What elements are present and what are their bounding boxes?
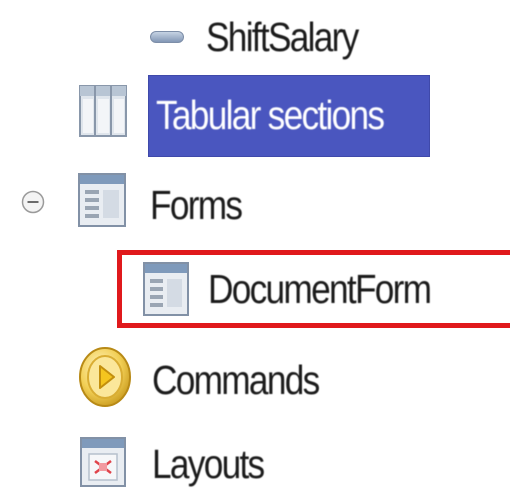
tree-item-label: ShiftSalary — [206, 14, 359, 60]
tree-item-layouts[interactable]: Layouts — [0, 425, 510, 495]
tree-item-forms[interactable]: Forms — [0, 165, 510, 235]
tree-item-documentform[interactable]: DocumentForm — [0, 250, 510, 328]
tabular-sections-icon — [79, 85, 127, 137]
collapse-minus-icon[interactable] — [21, 190, 45, 214]
layouts-icon — [80, 437, 126, 487]
metadata-tree: ShiftSalary Tabular sections Forms Docum… — [0, 0, 510, 496]
tree-item-commands[interactable]: Commands — [0, 343, 510, 413]
tree-item-label: DocumentForm — [208, 266, 432, 312]
tree-item-label: Commands — [152, 357, 320, 403]
document-form-icon — [143, 262, 189, 316]
attribute-dash-icon — [150, 30, 184, 43]
forms-folder-icon — [78, 173, 126, 227]
tree-item-label: Forms — [150, 182, 243, 228]
tree-item-label: Tabular sections — [156, 92, 385, 138]
tree-item-shiftsalary[interactable]: ShiftSalary — [0, 0, 510, 70]
tree-item-tabular-sections[interactable]: Tabular sections — [0, 75, 510, 157]
tree-item-label: Layouts — [152, 441, 265, 487]
commands-icon — [78, 346, 132, 408]
